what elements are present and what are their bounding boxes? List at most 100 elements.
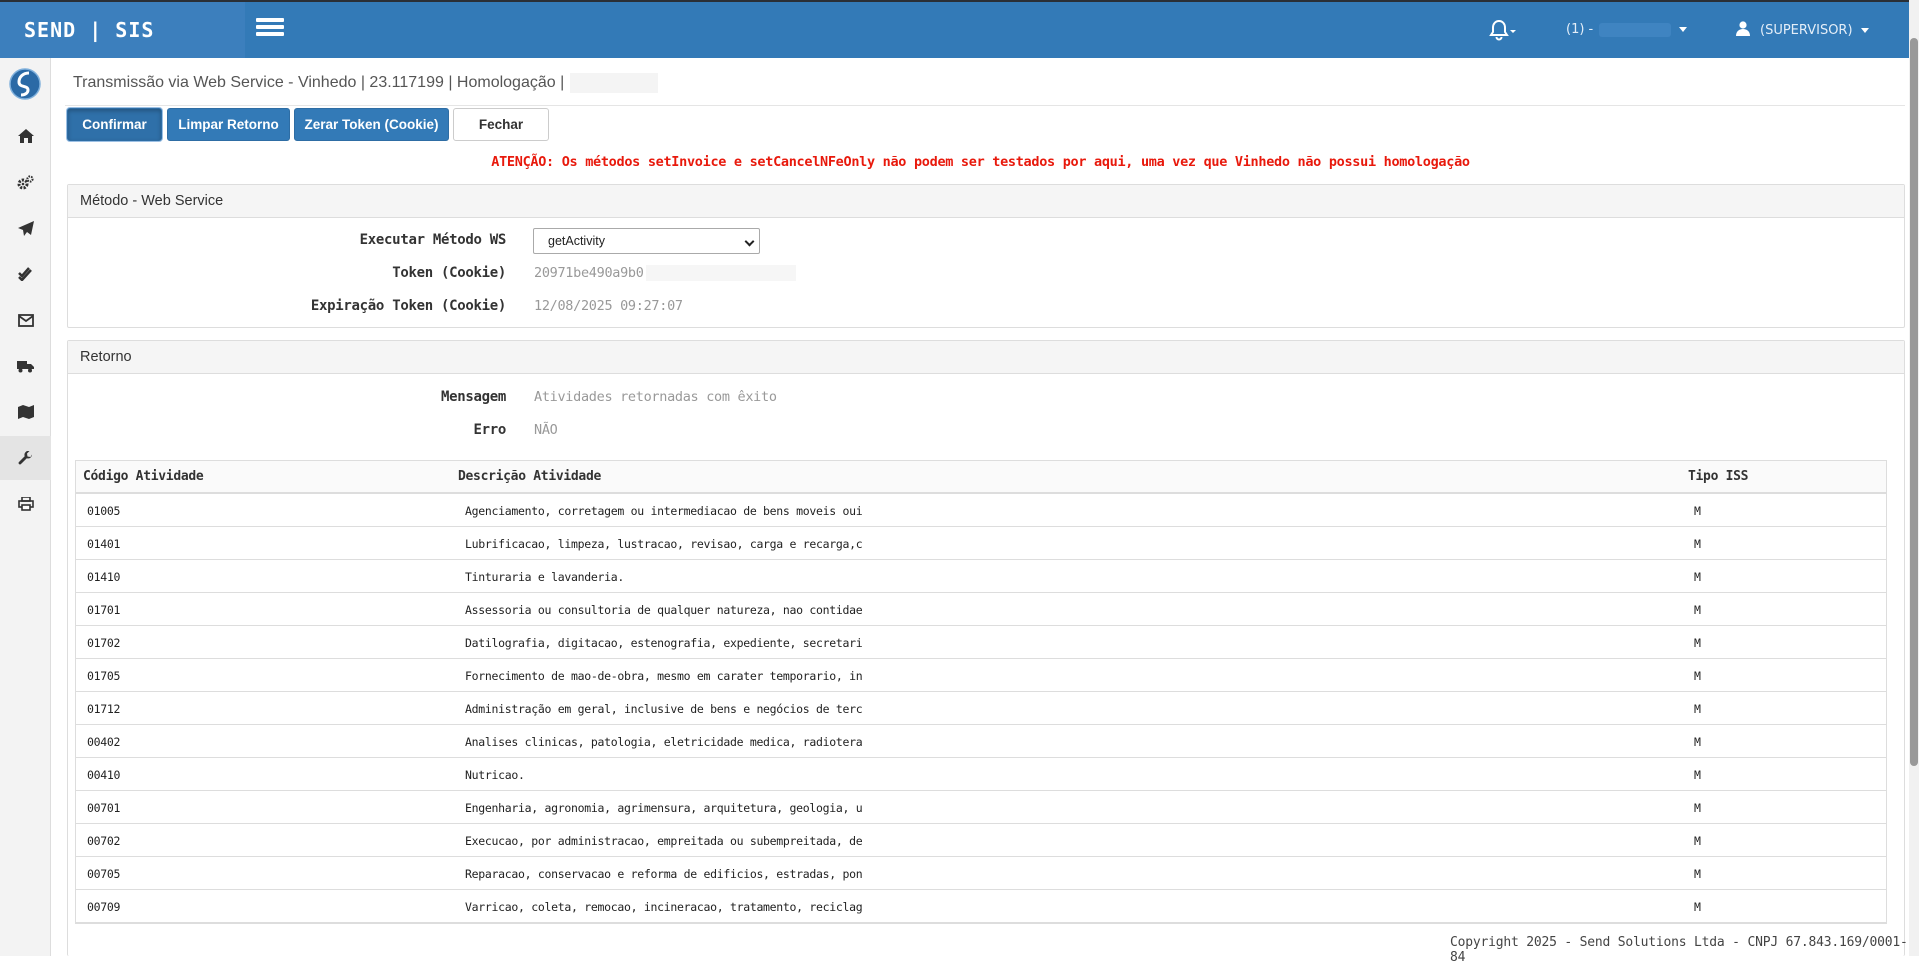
table-body: 01005 Agenciamento, corretagem ou interme… xyxy=(76,494,1886,923)
company-label: (1) - xyxy=(1566,22,1594,37)
cell-iss-type: M xyxy=(1694,900,1701,914)
cell-code: 01005 xyxy=(87,504,121,518)
cell-description: Fornecimento de mao-de-obra, mesmo em ca… xyxy=(465,669,863,683)
column-header-description[interactable]: Descrição Atividade xyxy=(458,469,601,484)
return-panel-title: Retorno xyxy=(68,341,1904,374)
cell-code: 01712 xyxy=(87,702,121,716)
sidebar-item-map[interactable] xyxy=(0,390,51,434)
token-value-text: 20971be490a9b0 xyxy=(534,265,644,281)
cell-code: 01410 xyxy=(87,570,121,584)
cell-description: Nutricao. xyxy=(465,768,525,782)
confirm-button[interactable]: Confirmar xyxy=(67,108,162,141)
method-select-value: getActivity xyxy=(548,234,605,248)
menu-toggle-icon[interactable] xyxy=(256,18,284,40)
error-label: Erro xyxy=(473,422,506,438)
cell-iss-type: M xyxy=(1694,834,1701,848)
footer-copyright: Copyright 2025 - Send Solutions Ltda - C… xyxy=(1450,935,1908,965)
error-row: Erro NÃO xyxy=(68,418,1904,444)
company-name-redacted xyxy=(1599,22,1672,37)
double-check-icon xyxy=(17,267,32,281)
cell-iss-type: M xyxy=(1694,636,1701,650)
table-row[interactable]: 01401 Lubrificacao, limpeza, lustracao, r… xyxy=(76,527,1886,560)
sidebar-item-transport[interactable] xyxy=(0,344,51,388)
gears-icon xyxy=(17,174,34,189)
envelope-icon xyxy=(17,313,34,327)
table-row[interactable]: 00702 Execucao, por administracao, emprei… xyxy=(76,824,1886,857)
cell-code: 01401 xyxy=(87,537,121,551)
table-row[interactable]: 01410 Tinturaria e lavanderia. M xyxy=(76,560,1886,593)
method-select[interactable]: getActivity xyxy=(533,228,760,254)
cell-iss-type: M xyxy=(1694,669,1701,683)
token-row: Token (Cookie) 20971be490a9b0 xyxy=(68,261,1904,287)
warning-message: ATENÇÃO: Os métodos setInvoice e setCanc… xyxy=(491,154,1470,170)
cell-iss-type: M xyxy=(1694,735,1701,749)
notifications-bell-icon[interactable] xyxy=(1488,19,1518,41)
cell-iss-type: M xyxy=(1694,867,1701,881)
close-button[interactable]: Fechar xyxy=(453,108,549,141)
cell-code: 00702 xyxy=(87,834,121,848)
cell-code: 01705 xyxy=(87,669,121,683)
cell-iss-type: M xyxy=(1694,768,1701,782)
table-row[interactable]: 01712 Administração em geral, inclusive d… xyxy=(76,692,1886,725)
clear-return-button[interactable]: Limpar Retorno xyxy=(167,108,290,141)
cell-description: Administração em geral, inclusive de ben… xyxy=(465,702,863,716)
sidebar xyxy=(0,58,51,956)
main-content: Transmissão via Web Service - Vinhedo | … xyxy=(52,58,1909,965)
cell-code: 00701 xyxy=(87,801,121,815)
table-row[interactable]: 00410 Nutricao. M xyxy=(76,758,1886,791)
error-value: NÃO xyxy=(534,422,558,438)
table-row[interactable]: 01005 Agenciamento, corretagem ou interme… xyxy=(76,494,1886,527)
cell-description: Agenciamento, corretagem ou intermediaca… xyxy=(465,504,863,518)
cell-description: Analises clinicas, patologia, eletricida… xyxy=(465,735,863,749)
table-row[interactable]: 00701 Engenharia, agronomia, agrimensura,… xyxy=(76,791,1886,824)
sidebar-item-send[interactable] xyxy=(0,206,51,250)
expiry-row: Expiração Token (Cookie) 12/08/2025 09:2… xyxy=(68,294,1904,320)
cell-iss-type: M xyxy=(1694,702,1701,716)
sidebar-item-tools[interactable] xyxy=(0,436,51,480)
method-panel: Método - Web Service Executar Método WS … xyxy=(67,184,1905,328)
cell-description: Datilografia, digitacao, estenografia, e… xyxy=(465,636,863,650)
token-value: 20971be490a9b0 xyxy=(534,265,796,281)
message-row: Mensagem Atividades retornadas com êxito xyxy=(68,385,1904,411)
column-header-code[interactable]: Código Atividade xyxy=(83,469,204,484)
token-label: Token (Cookie) xyxy=(392,265,506,281)
table-row[interactable]: 00709 Varricao, coleta, remocao, incinera… xyxy=(76,890,1886,923)
reset-token-button[interactable]: Zerar Token (Cookie) xyxy=(294,108,449,141)
cell-description: Engenharia, agronomia, agrimensura, arqu… xyxy=(465,801,863,815)
map-icon xyxy=(17,405,34,419)
cell-code: 00709 xyxy=(87,900,121,914)
table-row[interactable]: 00402 Analises clinicas, patologia, eletr… xyxy=(76,725,1886,758)
page-title-redacted xyxy=(570,73,659,93)
expiry-label: Expiração Token (Cookie) xyxy=(310,298,506,314)
message-label: Mensagem xyxy=(440,389,506,405)
cell-code: 01702 xyxy=(87,636,121,650)
cell-description: Lubrificacao, limpeza, lustracao, revisa… xyxy=(465,537,863,551)
table-row[interactable]: 01701 Assessoria ou consultoria de qualqu… xyxy=(76,593,1886,626)
sidebar-item-checks[interactable] xyxy=(0,252,51,296)
sidebar-item-home[interactable] xyxy=(0,114,51,158)
page-scrollbar-thumb[interactable] xyxy=(1910,38,1918,766)
cell-iss-type: M xyxy=(1694,537,1701,551)
sidebar-item-settings[interactable] xyxy=(0,160,51,204)
chevron-down-icon xyxy=(744,236,755,247)
user-icon xyxy=(1736,21,1750,36)
table-row[interactable]: 01702 Datilografia, digitacao, estenograf… xyxy=(76,626,1886,659)
chevron-down-icon xyxy=(1860,28,1869,33)
table-row[interactable]: 01705 Fornecimento de mao-de-obra, mesmo … xyxy=(76,659,1886,692)
method-label: Executar Método WS xyxy=(359,232,507,248)
company-selector[interactable]: (1) - xyxy=(1566,22,1688,37)
cell-code: 01701 xyxy=(87,603,121,617)
cell-iss-type: M xyxy=(1694,570,1701,584)
user-menu[interactable]: (SUPERVISOR) xyxy=(1736,21,1869,38)
sidebar-item-print[interactable] xyxy=(0,482,51,526)
chevron-down-icon xyxy=(1679,27,1688,32)
truck-icon xyxy=(17,360,34,372)
app-logo-icon[interactable] xyxy=(9,68,41,100)
brand-logo[interactable]: SEND | SIS xyxy=(0,2,245,58)
cell-iss-type: M xyxy=(1694,603,1701,617)
sidebar-item-mail[interactable] xyxy=(0,298,51,342)
column-header-iss-type[interactable]: Tipo ISS xyxy=(1688,469,1749,484)
page-title: Transmissão via Web Service - Vinhedo | … xyxy=(73,73,659,93)
top-navbar: SEND | SIS (1) - (SUPERVISOR) xyxy=(0,0,1919,58)
table-row[interactable]: 00705 Reparacao, conservacao e reforma de… xyxy=(76,857,1886,890)
